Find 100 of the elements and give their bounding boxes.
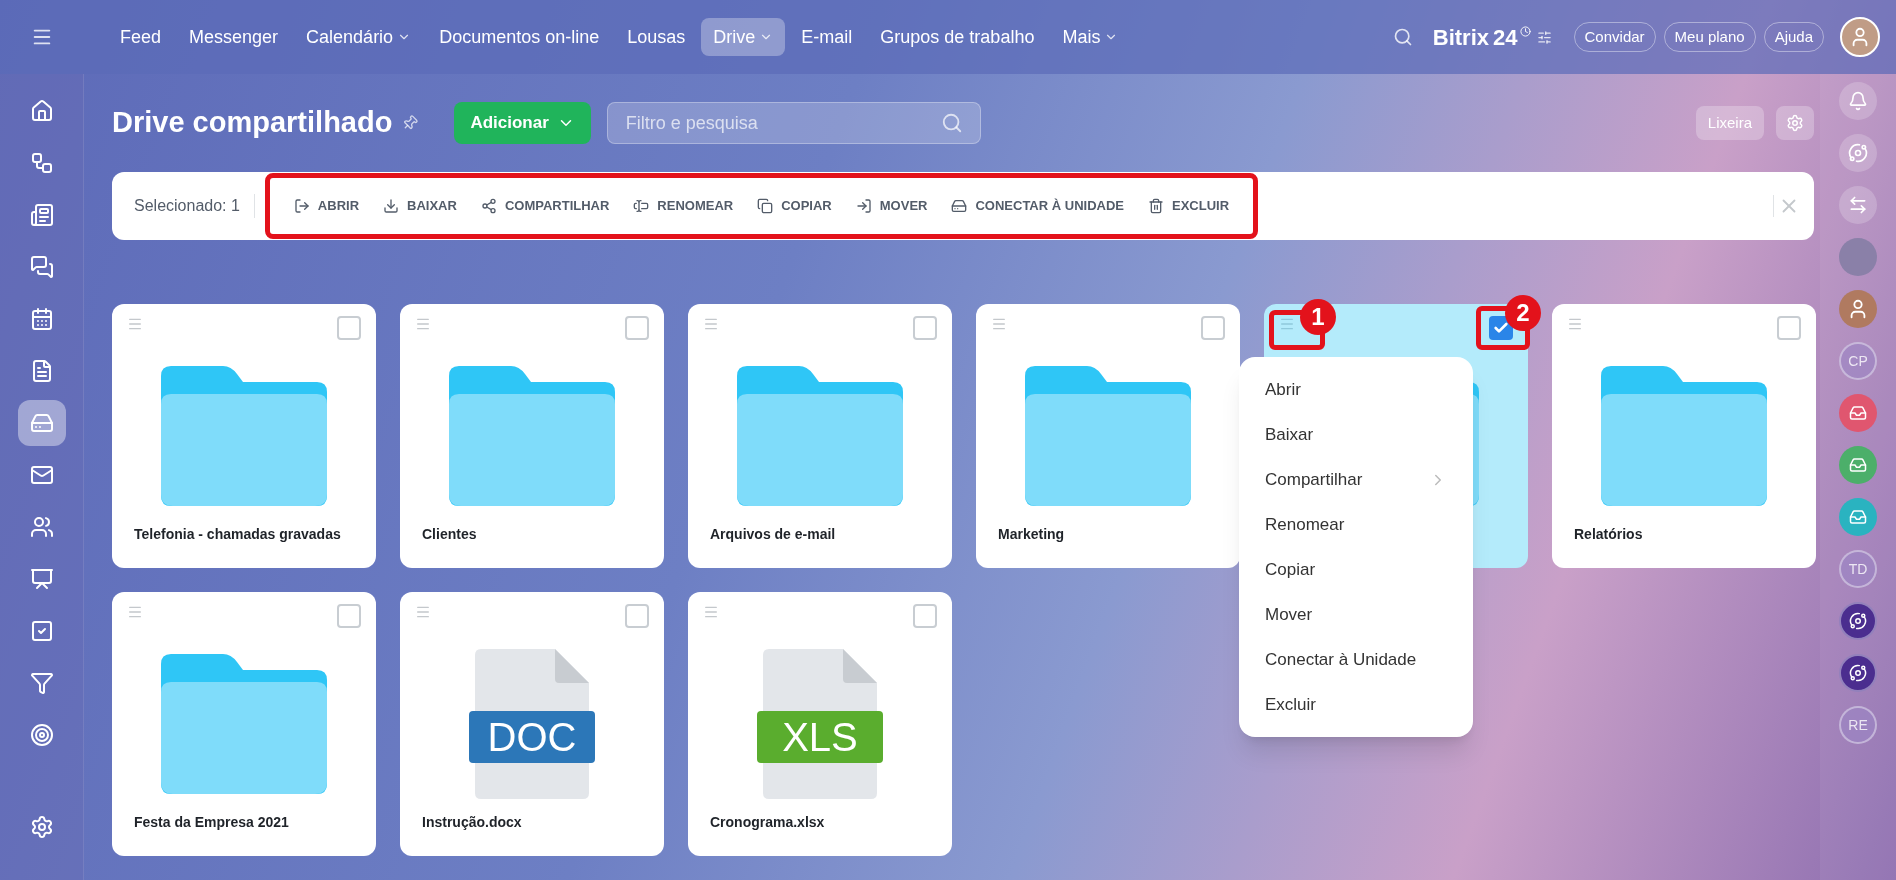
download-icon	[383, 198, 400, 214]
drive-icon	[29, 411, 54, 435]
board-icon	[29, 567, 54, 591]
checkbox[interactable]	[913, 604, 937, 628]
file-card[interactable]: Relatórios	[1552, 304, 1816, 568]
toolbar-action[interactable]: EXCLUIR	[1138, 188, 1240, 224]
menu-item[interactable]: Renomear	[1239, 502, 1473, 547]
file-card[interactable]: DOC Instrução.docx	[400, 592, 664, 856]
checkbox-icon	[29, 619, 54, 643]
checkbox[interactable]	[1777, 316, 1801, 340]
exchange-icon[interactable]	[1848, 195, 1868, 215]
drag-handle-icon[interactable]	[1567, 316, 1583, 332]
settings-button[interactable]	[1776, 106, 1814, 140]
trash-icon	[1148, 198, 1164, 214]
settings-icon	[29, 815, 54, 839]
sidebar-item[interactable]	[17, 400, 66, 446]
file-name[interactable]: Cronograma.xlsx	[710, 812, 825, 833]
drag-handle-icon[interactable]	[415, 604, 431, 620]
file-name[interactable]: Telefonia - chamadas gravadas	[134, 524, 341, 545]
menu-item[interactable]: Copiar	[1239, 547, 1473, 592]
menu-item[interactable]: Abrir	[1239, 367, 1473, 412]
logo[interactable]: Bitrix 24	[1432, 20, 1531, 54]
file-card[interactable]: Marketing	[976, 304, 1240, 568]
file-card[interactable]: Festa da Empresa 2021	[112, 592, 376, 856]
drive-icon	[951, 198, 968, 214]
home-icon	[29, 99, 54, 123]
checkbox[interactable]	[625, 316, 649, 340]
nav-tab[interactable]: Lousas	[615, 18, 698, 56]
checkbox[interactable]	[337, 316, 361, 340]
enter-icon	[855, 198, 872, 214]
app-avatar[interactable]	[1839, 498, 1877, 536]
menu-item[interactable]: Mover	[1239, 592, 1473, 637]
avatar[interactable]	[1839, 290, 1877, 328]
page-title: Drive compartilhado	[112, 105, 393, 141]
search-icon	[940, 112, 963, 134]
selection-count: Selecionado: 1	[134, 194, 255, 218]
menu-item[interactable]: Baixar	[1239, 412, 1473, 457]
toolbar-action[interactable]: RENOMEAR	[623, 188, 744, 224]
drag-handle-icon[interactable]	[703, 604, 719, 620]
nav-tab[interactable]: Calendário	[294, 18, 424, 56]
nav-tab[interactable]: Feed	[108, 18, 174, 56]
menu-item[interactable]: Conectar à Unidade	[1239, 637, 1473, 682]
file-name[interactable]: Marketing	[998, 524, 1065, 545]
number-badge: 1	[1300, 299, 1336, 335]
avatar[interactable]	[1840, 17, 1880, 57]
menu-item[interactable]: Excluir	[1239, 682, 1473, 727]
orbit-icon[interactable]	[1849, 664, 1867, 682]
app-avatar[interactable]	[1839, 446, 1877, 484]
file-name[interactable]: Arquivos de e-mail	[710, 524, 836, 545]
users-icon	[29, 515, 54, 539]
checkbox[interactable]	[625, 604, 649, 628]
sliders-icon[interactable]	[1536, 29, 1552, 45]
checkbox[interactable]	[337, 604, 361, 628]
checkbox[interactable]	[1201, 316, 1225, 340]
chat-icon	[29, 255, 54, 279]
exit-icon	[293, 198, 310, 214]
drag-handle-icon[interactable]	[127, 316, 143, 332]
folder-icon	[161, 654, 327, 794]
nav-tab[interactable]: E-mail	[789, 18, 865, 56]
flow-icon	[29, 151, 54, 175]
toolbar-action[interactable]: CONECTAR À UNIDADE	[941, 188, 1134, 224]
toolbar-action[interactable]: COPIAR	[747, 188, 842, 224]
copy-icon	[757, 198, 774, 214]
checkbox[interactable]	[913, 316, 937, 340]
file-name[interactable]: Relatórios	[1574, 524, 1643, 545]
toolbar-action[interactable]: BAIXAR	[373, 188, 467, 224]
news-icon	[29, 203, 54, 227]
mail-icon	[29, 463, 54, 487]
drag-handle-icon[interactable]	[1279, 316, 1295, 332]
file-card[interactable]: Arquivos de e-mail	[688, 304, 952, 568]
nav-tab[interactable]: Messenger	[177, 18, 291, 56]
drag-handle-icon[interactable]	[415, 316, 431, 332]
funnel-icon	[29, 671, 54, 695]
toolbar-action[interactable]: MOVER	[845, 188, 938, 224]
nav-tab[interactable]: Grupos de trabalho	[868, 18, 1047, 56]
drag-handle-icon[interactable]	[991, 316, 1007, 332]
file-type-label: XLS	[757, 711, 883, 763]
search-icon[interactable]	[1392, 27, 1413, 47]
share-icon	[480, 198, 497, 214]
target-icon	[29, 723, 54, 747]
number-badge: 2	[1505, 295, 1541, 331]
file-card[interactable]: Telefonia - chamadas gravadas	[112, 304, 376, 568]
file-card[interactable]: Clientes	[400, 304, 664, 568]
file-card[interactable]: XLS Cronograma.xlsx	[688, 592, 952, 856]
app-avatar[interactable]	[1839, 394, 1877, 432]
toolbar-action[interactable]: COMPARTILHAR	[470, 188, 620, 224]
nav-tab[interactable]: Mais	[1050, 18, 1131, 56]
check-icon	[1493, 320, 1509, 336]
bell-icon[interactable]	[1848, 91, 1868, 111]
file-name[interactable]: Festa da Empresa 2021	[134, 812, 289, 833]
checkbox[interactable]	[1489, 316, 1513, 340]
orbit-icon[interactable]	[1849, 612, 1867, 630]
folder-icon	[737, 366, 903, 506]
drag-handle-icon[interactable]	[127, 604, 143, 620]
menu-item[interactable]: Compartilhar	[1239, 457, 1473, 502]
toolbar-action[interactable]: ABRIR	[283, 188, 370, 224]
drag-handle-icon[interactable]	[703, 316, 719, 332]
nav-tab[interactable]: Documentos on-line	[427, 18, 612, 56]
file-name[interactable]: Instrução.docx	[422, 812, 522, 833]
file-name[interactable]: Clientes	[422, 524, 477, 545]
